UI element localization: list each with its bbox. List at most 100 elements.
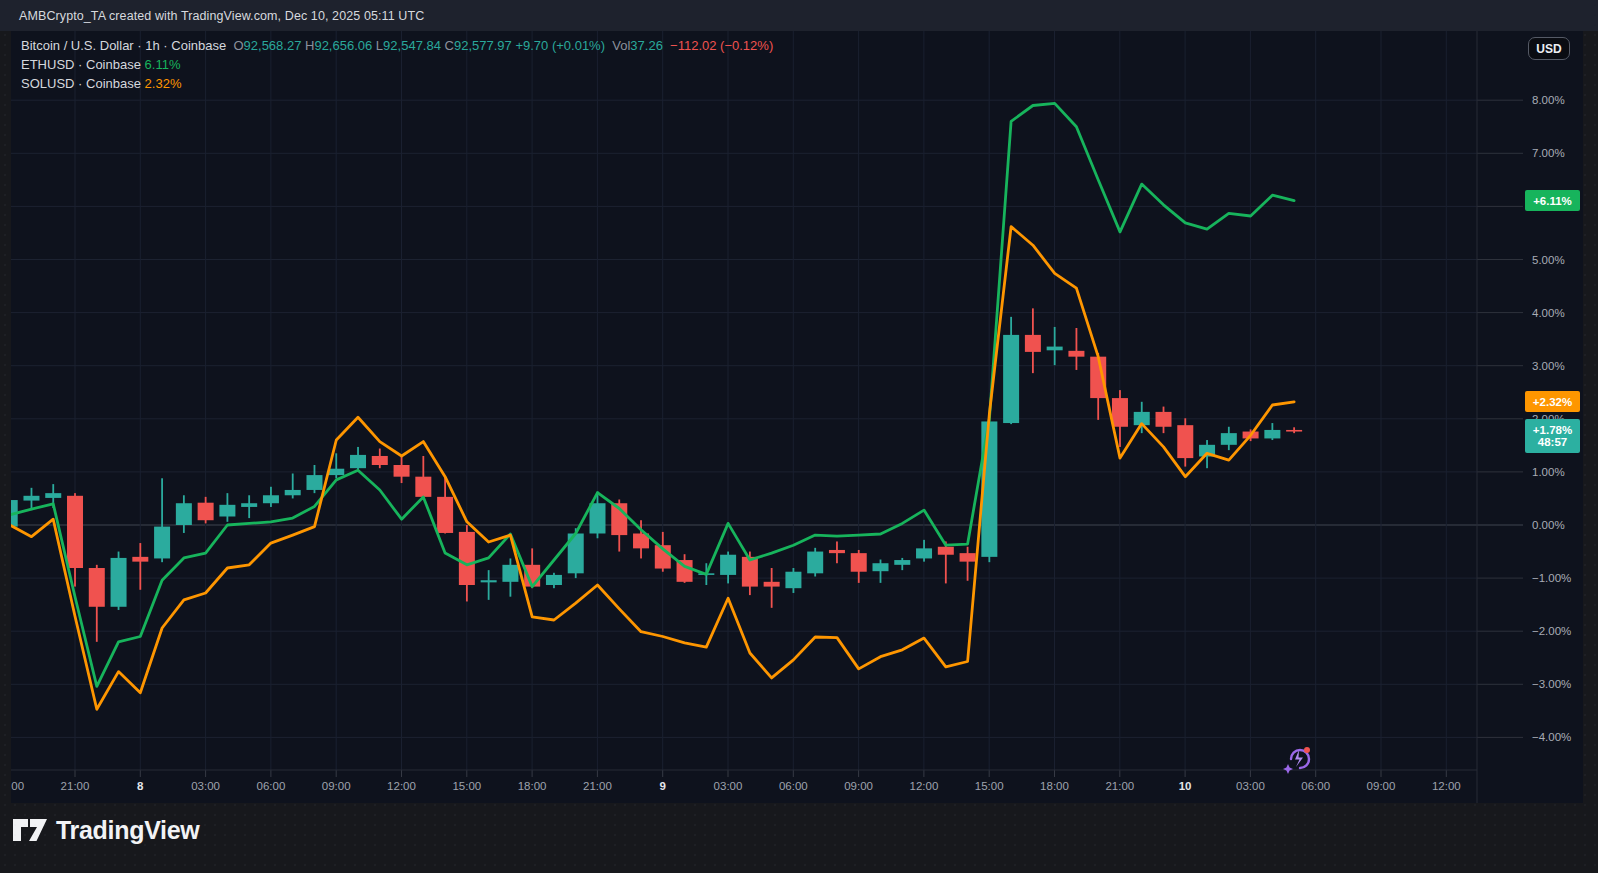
ohlc-key: C bbox=[445, 38, 454, 53]
time-label: 12:00 bbox=[387, 780, 416, 792]
volume-change: −112.02 (−0.12%) bbox=[670, 38, 773, 53]
candle-body bbox=[328, 469, 344, 475]
candle-body bbox=[285, 490, 301, 495]
time-label: 06:00 bbox=[1301, 780, 1330, 792]
price-label: 1.00% bbox=[1532, 466, 1565, 478]
sol-change: 2.32% bbox=[145, 76, 182, 91]
price-label: 0.00% bbox=[1532, 519, 1565, 531]
candle-body bbox=[350, 455, 366, 468]
candle-body bbox=[198, 503, 214, 521]
eth-symbol: ETHUSD · Coinbase bbox=[21, 57, 141, 72]
ohlc-key: H bbox=[305, 38, 314, 53]
price-label: 5.00% bbox=[1532, 254, 1565, 266]
candle-body bbox=[785, 572, 801, 588]
candle-body bbox=[807, 552, 823, 574]
candle-wick bbox=[1076, 328, 1078, 370]
price-label: −4.00% bbox=[1532, 731, 1571, 743]
candle-body bbox=[851, 553, 867, 572]
tradingview-logo-text: TradingView bbox=[56, 816, 200, 845]
candle-body bbox=[916, 548, 932, 558]
volume-label: Vol bbox=[612, 38, 630, 53]
candle-body bbox=[546, 575, 562, 585]
time-label: 21:00 bbox=[583, 780, 612, 792]
time-label: 09:00 bbox=[1367, 780, 1396, 792]
time-label: 09:00 bbox=[844, 780, 873, 792]
eth-change: 6.11% bbox=[145, 57, 181, 72]
price-label: −1.00% bbox=[1532, 572, 1571, 584]
sol-symbol: SOLUSD · Coinbase bbox=[21, 76, 141, 91]
candle-body bbox=[1047, 347, 1063, 351]
watermark-title: AMBCrypto_TA created with TradingView.co… bbox=[19, 9, 424, 23]
chart-panel[interactable]: Bitcoin / U.S. Dollar · 1h · Coinbase O9… bbox=[11, 31, 1583, 803]
ohlc-value: 92,547.84 bbox=[383, 38, 444, 53]
candle-body bbox=[1112, 398, 1128, 427]
candle-body bbox=[89, 568, 105, 607]
tradingview-logo-icon bbox=[13, 817, 47, 844]
candle-body bbox=[481, 580, 497, 582]
candle-wick bbox=[771, 568, 773, 608]
candle-body bbox=[1286, 430, 1302, 432]
time-label: 03:00 bbox=[1236, 780, 1265, 792]
time-label: 09:00 bbox=[322, 780, 351, 792]
candle-body bbox=[1264, 430, 1280, 438]
candle-body bbox=[415, 477, 431, 497]
tradingview-screenshot: { "top_bar": { "title": "AMBCrypto_TA cr… bbox=[0, 0, 1598, 873]
candle-body bbox=[154, 527, 170, 559]
candle-body bbox=[502, 565, 518, 582]
candle-body bbox=[1068, 351, 1084, 357]
time-label: 18:00 bbox=[1040, 780, 1069, 792]
price-change: +9.70 (+0.01%) bbox=[515, 38, 605, 53]
price-chart[interactable] bbox=[11, 31, 1583, 803]
candle-body bbox=[45, 493, 61, 498]
time-label: 15:00 bbox=[452, 780, 481, 792]
badge-value: +1.78% bbox=[1533, 424, 1572, 436]
candle-body bbox=[111, 558, 127, 607]
time-label: 21:00 bbox=[1105, 780, 1134, 792]
time-label: 18:00 bbox=[518, 780, 547, 792]
candle-body bbox=[589, 503, 605, 533]
time-label: 06:00 bbox=[257, 780, 286, 792]
candle-body bbox=[1003, 335, 1019, 423]
time-label: 15:00 bbox=[975, 780, 1004, 792]
candle-body bbox=[829, 550, 845, 553]
price-label: −2.00% bbox=[1532, 625, 1571, 637]
time-label: 10 bbox=[1179, 780, 1192, 792]
price-label: 8.00% bbox=[1532, 94, 1565, 106]
badge-value: +6.11% bbox=[1533, 195, 1572, 207]
ohlc-value: 92,656.06 bbox=[314, 38, 375, 53]
time-label: 8 bbox=[137, 780, 143, 792]
candle-body bbox=[873, 563, 889, 571]
time-label: 21:00 bbox=[61, 780, 90, 792]
candle-body bbox=[459, 532, 475, 585]
price-label: 7.00% bbox=[1532, 147, 1565, 159]
candle-body bbox=[1221, 433, 1237, 445]
currency-toggle-button[interactable]: USD bbox=[1528, 37, 1570, 60]
time-label: 12:00 bbox=[910, 780, 939, 792]
price-badge: +2.32% bbox=[1525, 391, 1580, 412]
legend-sol-row[interactable]: SOLUSD · Coinbase 2.32% bbox=[21, 74, 773, 93]
candle-body bbox=[306, 475, 322, 490]
legend-main-row[interactable]: Bitcoin / U.S. Dollar · 1h · Coinbase O9… bbox=[21, 36, 773, 55]
price-label: 4.00% bbox=[1532, 307, 1565, 319]
magic-refresh-icon[interactable] bbox=[1278, 743, 1314, 775]
candle-body bbox=[894, 560, 910, 565]
candle-body bbox=[1177, 425, 1193, 458]
price-axis[interactable]: 8.00%7.00%6.00%5.00%4.00%3.00%2.00%1.00%… bbox=[1477, 31, 1583, 770]
time-axis[interactable]: 18:00 21:00 8 03:00 06:00 09:00 12:00 15:00 18:0… bbox=[11, 770, 1477, 803]
candle-wick bbox=[488, 570, 490, 600]
badge-countdown: 48:57 bbox=[1538, 436, 1567, 448]
sol-line bbox=[11, 227, 1294, 710]
ohlc-key: O bbox=[233, 38, 243, 53]
candle-wick bbox=[1054, 327, 1056, 365]
legend-eth-row[interactable]: ETHUSD · Coinbase 6.11% bbox=[21, 55, 773, 74]
candle-body bbox=[437, 497, 453, 533]
top-bar: AMBCrypto_TA created with TradingView.co… bbox=[0, 0, 1598, 31]
candle-body bbox=[1025, 335, 1041, 352]
ohlc-key: L bbox=[376, 38, 383, 53]
ohlc-value: 92,577.97 bbox=[454, 38, 515, 53]
tradingview-logo[interactable]: TradingView bbox=[13, 816, 200, 845]
candle-wick bbox=[967, 547, 969, 581]
candle-body bbox=[720, 555, 736, 575]
candle-body bbox=[176, 503, 192, 525]
badge-value: +2.32% bbox=[1533, 396, 1572, 408]
